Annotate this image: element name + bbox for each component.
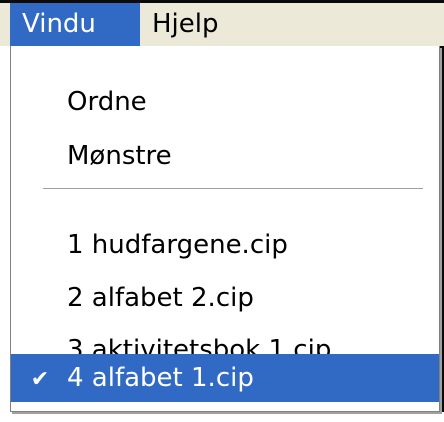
- menu-item-recent-file-4[interactable]: ✔ 4 alfabet 1.cip: [11, 354, 439, 402]
- background-bottom: [0, 412, 444, 422]
- menu-item-label: Ordne: [67, 87, 147, 117]
- menu-vindu[interactable]: Vindu: [10, 3, 140, 46]
- background-right: [440, 46, 444, 422]
- menu-item-monstre[interactable]: Mønstre: [11, 132, 439, 180]
- menu-item-label: 2 alfabet 2.cip: [67, 283, 254, 313]
- menu-item-label: 4 alfabet 1.cip: [67, 363, 254, 393]
- menu-item-recent-file-1[interactable]: 1 hudfargene.cip: [11, 221, 439, 269]
- checkmark-icon: ✔: [30, 367, 50, 392]
- menu-separator: [43, 188, 423, 190]
- vindu-dropdown-menu: Ordne Mønstre 1 hudfargene.cip 2 alfabet…: [10, 46, 440, 412]
- menu-item-recent-file-2[interactable]: 2 alfabet 2.cip: [11, 274, 439, 322]
- background-left: [0, 46, 10, 412]
- menu-hjelp-label: Hjelp: [152, 9, 219, 39]
- menu-hjelp[interactable]: Hjelp: [140, 3, 250, 46]
- menu-bar: Vindu Hjelp: [0, 0, 444, 46]
- menu-item-label: 1 hudfargene.cip: [67, 230, 288, 260]
- menu-vindu-label: Vindu: [22, 9, 96, 39]
- menu-item-ordne[interactable]: Ordne: [11, 78, 439, 126]
- menu-item-label: Mønstre: [67, 141, 172, 171]
